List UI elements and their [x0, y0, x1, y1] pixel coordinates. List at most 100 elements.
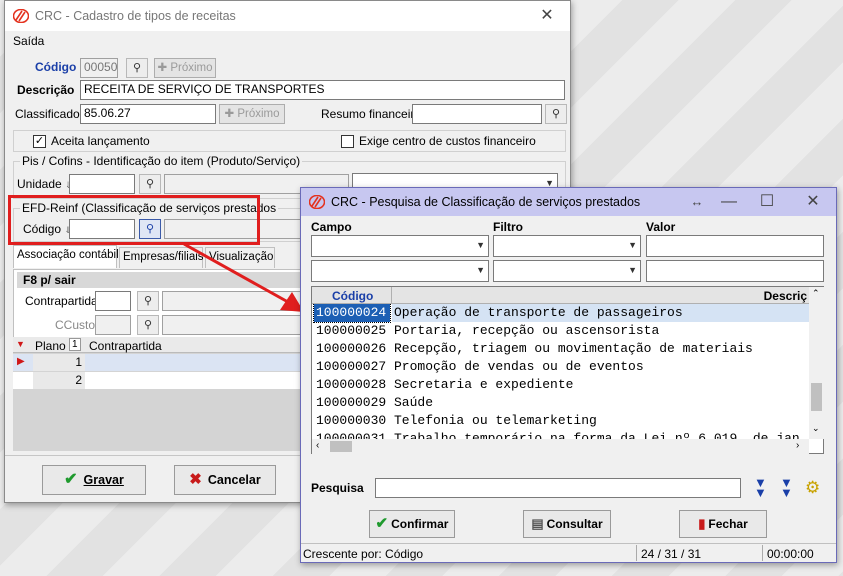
grid-header-contrapartida[interactable]: Contrapartida: [89, 339, 162, 353]
row-plano-cell: 2: [33, 372, 85, 389]
pesquisa-input[interactable]: [375, 478, 741, 498]
table-row[interactable]: 100000029 Saúde: [312, 394, 809, 412]
proximo-button[interactable]: ✚ Próximo: [154, 58, 216, 78]
row-descricao: Saúde: [394, 395, 434, 410]
codigo-label: Código: [35, 60, 77, 74]
table-row[interactable]: 100000024 Operação de transporte de passa…: [312, 304, 809, 323]
classificador-label: Classificador: [15, 107, 84, 121]
close-icon[interactable]: ✕: [524, 1, 570, 31]
unidade-search-icon[interactable]: ⚲: [139, 174, 161, 194]
fechar-label: Fechar: [708, 517, 748, 531]
main-titlebar: CRC - Cadastro de tipos de receitas ✕: [5, 1, 570, 31]
col-descricao-header[interactable]: Descriç: [764, 289, 807, 303]
row-plano-cell: 1: [33, 354, 85, 371]
document-icon: ▤: [531, 516, 544, 531]
gravar-button[interactable]: ✔ Gravar: [42, 465, 146, 495]
search-dialog: CRC - Pesquisa de Classificação de servi…: [300, 187, 837, 563]
campo-select-1[interactable]: ▼: [311, 235, 489, 257]
pesquisa-label: Pesquisa: [311, 481, 364, 495]
confirmar-label: Confirmar: [391, 517, 449, 531]
aceita-lancamento-checkbox[interactable]: ✓: [33, 135, 46, 148]
contrapartida-field[interactable]: [95, 291, 131, 311]
valor-input-2[interactable]: [646, 260, 824, 282]
unidade-label-text: Unidade: [17, 177, 62, 191]
classificador-proximo-label: Próximo: [237, 108, 280, 120]
door-exit-icon: ▮: [698, 516, 706, 531]
gravar-label: Gravar: [83, 473, 124, 487]
fechar-button[interactable]: ▮ Fechar: [679, 510, 767, 538]
scroll-left-icon[interactable]: ‹: [316, 440, 319, 451]
aceita-lancamento-label: Aceita lançamento: [51, 134, 150, 148]
cancelar-label: Cancelar: [207, 473, 261, 487]
crc-logo-icon: [309, 195, 325, 209]
proximo-label: Próximo: [170, 62, 213, 74]
status-bar: Crescente por: Código 24 / 31 / 31 00:00…: [301, 543, 836, 562]
consultar-button[interactable]: ▤ Consultar: [523, 510, 611, 538]
status-divider: [762, 545, 763, 561]
ccusto-label: CCusto: [55, 318, 96, 332]
table-row[interactable]: 100000027 Promoção de vendas ou de evento…: [312, 358, 809, 376]
tab-associacao-contabil[interactable]: Associação contábil: [13, 245, 119, 268]
filtro-select-1[interactable]: ▼: [493, 235, 641, 257]
checkmark-icon: ✔: [64, 471, 78, 488]
col-divider: [391, 287, 392, 304]
row-descricao: Secretaria e expediente: [394, 377, 574, 392]
cancel-x-icon: ✖: [189, 471, 202, 488]
sort-ascending-icon[interactable]: ▼ ▼: [754, 476, 767, 499]
campo-select-2[interactable]: ▼: [311, 260, 489, 282]
binoculars-icon[interactable]: ⚲: [126, 58, 148, 78]
scroll-down-icon[interactable]: ⌄: [812, 423, 820, 434]
close-icon[interactable]: ✕: [790, 188, 836, 216]
row-codigo: 100000028: [316, 377, 387, 392]
chevron-down-icon: ▼: [476, 265, 485, 275]
results-header: Código Descriç: [312, 287, 809, 304]
row-indicator-icon: ▶: [17, 356, 25, 367]
ccusto-field[interactable]: [95, 315, 131, 335]
chevron-down-icon: ▼: [628, 265, 637, 275]
table-row[interactable]: 100000026 Recepção, triagem ou movimentaç…: [312, 340, 809, 358]
row-codigo: 100000029: [316, 395, 387, 410]
sort-indicator-icon: ▼: [16, 339, 25, 349]
main-window-title: CRC - Cadastro de tipos de receitas: [35, 9, 236, 23]
contrapartida-search-icon[interactable]: ⚲: [137, 291, 159, 311]
horizontal-scrollbar[interactable]: ‹ ›: [312, 439, 809, 454]
confirmar-button[interactable]: ✔ Confirmar: [369, 510, 455, 538]
valor-input-1[interactable]: [646, 235, 824, 257]
descricao-field[interactable]: RECEITA DE SERVIÇO DE TRANSPORTES: [80, 80, 565, 100]
scroll-right-icon[interactable]: ›: [796, 440, 799, 451]
results-grid: Código Descriç 100000024 Operação de tran…: [311, 286, 824, 454]
resumo-financeiro-field[interactable]: [412, 104, 542, 124]
scroll-thumb[interactable]: [811, 383, 822, 411]
maximize-icon[interactable]: ☐: [744, 188, 790, 216]
codigo-field[interactable]: 00050: [80, 58, 118, 78]
row-codigo: 100000024: [313, 304, 391, 323]
cancelar-button[interactable]: ✖ Cancelar: [174, 465, 276, 495]
vertical-scrollbar[interactable]: ⌃ ⌄: [809, 287, 824, 439]
unidade-label: Unidade ⇓: [17, 177, 73, 191]
table-row[interactable]: 100000030 Telefonia ou telemarketing: [312, 412, 809, 430]
unidade-field[interactable]: [69, 174, 135, 194]
row-codigo: 100000030: [316, 413, 387, 428]
exige-centro-checkbox[interactable]: [341, 135, 354, 148]
status-divider: [636, 545, 637, 561]
dialog-title: CRC - Pesquisa de Classificação de servi…: [331, 195, 641, 209]
classificador-field[interactable]: 85.06.27: [80, 104, 216, 124]
scroll-up-icon[interactable]: ⌃: [812, 288, 820, 299]
crc-logo-icon: [13, 9, 29, 23]
filtro-select-2[interactable]: ▼: [493, 260, 641, 282]
menu-sair[interactable]: Saída: [13, 34, 44, 48]
hscroll-thumb[interactable]: [330, 441, 352, 452]
classificador-proximo-button[interactable]: ✚ Próximo: [219, 104, 285, 124]
resumo-financeiro-label: Resumo financeiro: [321, 107, 422, 121]
ccusto-search-icon[interactable]: ⚲: [137, 315, 159, 335]
chevron-down-icon: ▼: [628, 240, 637, 250]
minimize-icon[interactable]: —: [714, 188, 744, 216]
table-row[interactable]: 100000025 Portaria, recepção ou ascensori…: [312, 322, 809, 340]
table-row[interactable]: 100000028 Secretaria e expediente: [312, 376, 809, 394]
resumo-search-icon[interactable]: ⚲: [545, 104, 567, 124]
col-codigo-header[interactable]: Código: [332, 289, 373, 303]
campo-label: Campo: [311, 220, 352, 234]
sort-descending-icon[interactable]: ▼ ▼: [780, 476, 793, 499]
gear-icon[interactable]: ⚙: [805, 478, 820, 498]
grid-header-plano[interactable]: Plano: [35, 339, 66, 353]
